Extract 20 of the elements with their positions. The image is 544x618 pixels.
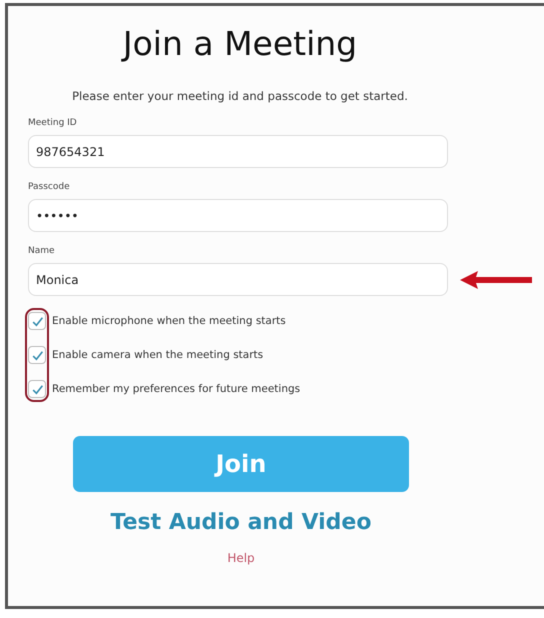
help-link[interactable]: Help <box>227 551 255 565</box>
check-icon <box>30 382 44 396</box>
arrow-icon <box>460 270 532 288</box>
field-label: Name <box>28 246 56 256</box>
checkbox[interactable] <box>28 380 46 398</box>
option-label: Remember my preferences for future meetings <box>52 383 300 395</box>
option-label: Enable microphone when the meeting starts <box>52 315 286 327</box>
test-audio-video-link[interactable]: Test Audio and Video <box>110 510 372 535</box>
option-label: Enable camera when the meeting starts <box>52 349 264 361</box>
page-title: Join a Meeting <box>120 24 358 63</box>
input-field[interactable]: 987654321 <box>28 135 448 168</box>
instructions-text: Please enter your meeting id and passcode to get started. <box>71 89 409 103</box>
field-label: Meeting ID <box>28 118 78 128</box>
input-field[interactable]: Monica <box>28 263 448 296</box>
input-field[interactable]: •••••• <box>28 199 448 232</box>
checkbox[interactable] <box>28 346 46 364</box>
field-label: Passcode <box>28 182 71 192</box>
check-icon <box>30 314 44 328</box>
check-icon <box>30 348 44 362</box>
checkbox[interactable] <box>28 312 46 330</box>
